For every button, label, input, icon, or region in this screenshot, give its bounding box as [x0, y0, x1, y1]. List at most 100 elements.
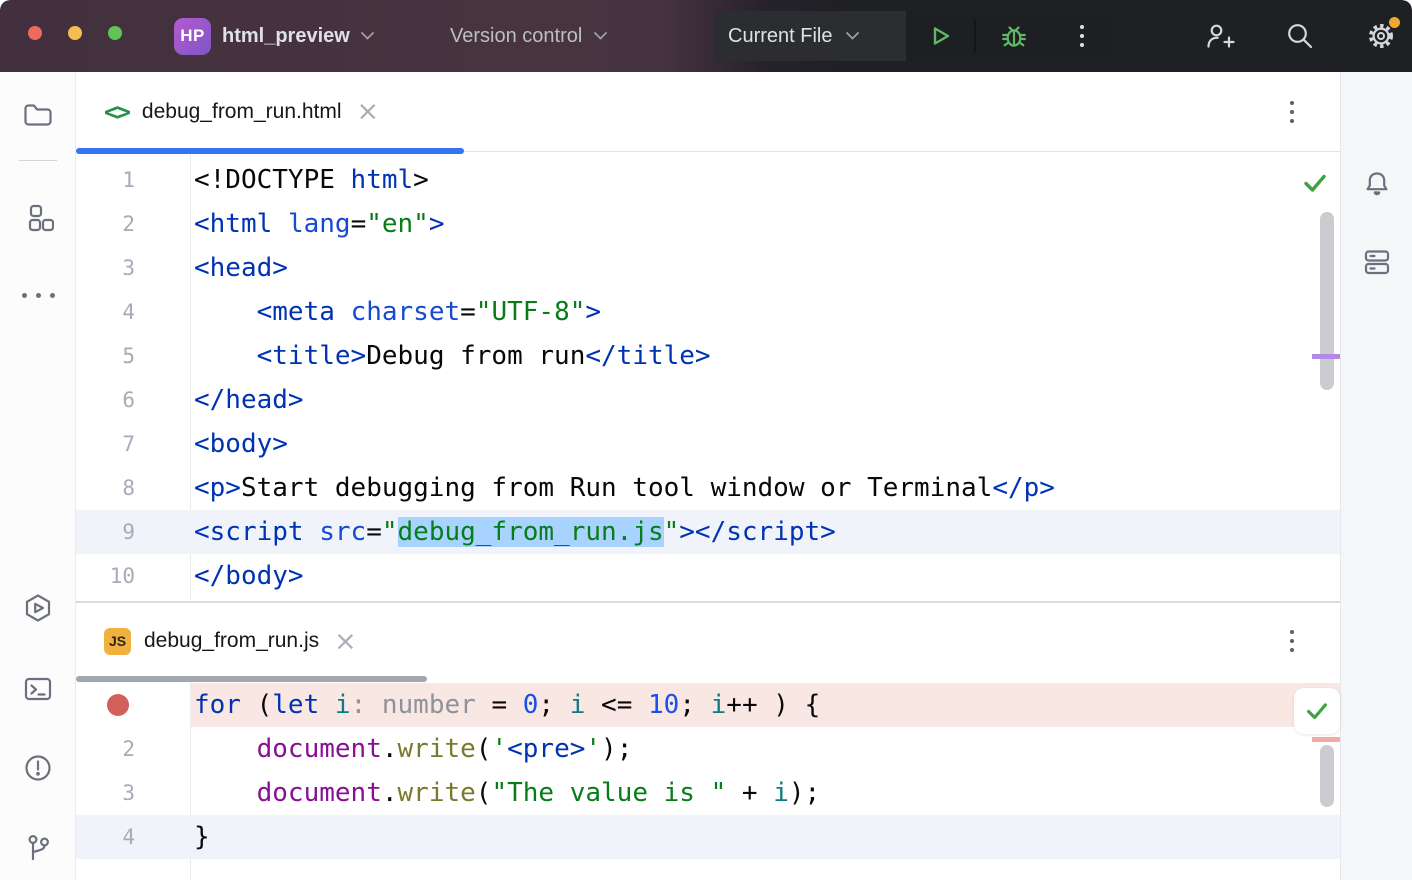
line-number: 5 — [76, 334, 191, 378]
sidebar-item-problems[interactable] — [0, 752, 76, 784]
add-user-button[interactable] — [1202, 19, 1236, 53]
run-widget: Current File — [714, 11, 1111, 61]
active-tab-indicator — [76, 148, 464, 154]
sidebar-item-more-tools[interactable] — [0, 279, 76, 311]
settings-button[interactable] — [1364, 19, 1398, 53]
sidebar-item-terminal[interactable] — [0, 673, 76, 705]
line-number: 7 — [76, 422, 191, 466]
line-number: 1 — [76, 158, 191, 202]
sidebar-item-version-control[interactable] — [0, 831, 76, 863]
code-line[interactable]: 2<html lang="en"> — [76, 202, 1340, 246]
code-text[interactable]: <html lang="en"> — [191, 202, 1340, 246]
vcs-widget[interactable]: Version control — [450, 0, 607, 72]
project-badge: HP — [174, 18, 211, 55]
code-text[interactable]: <body> — [191, 422, 1340, 466]
minimize-window-button[interactable] — [68, 26, 82, 40]
run-more-button[interactable] — [1052, 11, 1111, 61]
tab-bar-html: <> debug_from_run.html × — [76, 72, 1340, 152]
git-branch-icon — [22, 831, 54, 863]
inspections-ok-icon[interactable] — [1300, 168, 1330, 198]
tab-bar-js: JS debug_from_run.js × — [76, 603, 1340, 679]
services-icon — [22, 592, 54, 624]
editor-options-button[interactable] — [1290, 630, 1294, 652]
search-icon — [1283, 19, 1317, 53]
code-text[interactable]: <!DOCTYPE html> — [191, 158, 1340, 202]
search-button[interactable] — [1283, 19, 1317, 53]
code-line[interactable]: 4 <meta charset="UTF-8"> — [76, 290, 1340, 334]
code-text[interactable]: </body> — [191, 554, 1340, 598]
components-icon — [22, 202, 54, 234]
tab-debug-from-run-html[interactable]: <> debug_from_run.html × — [76, 72, 381, 151]
more-vertical-icon — [1290, 101, 1294, 123]
run-icon — [924, 20, 956, 52]
code-text[interactable]: document.write("The value is " + i); — [191, 771, 1340, 815]
code-line[interactable]: 2 document.write('<pre>'); — [76, 727, 1340, 771]
code-text[interactable]: </head> — [191, 378, 1340, 422]
code-line[interactable]: 9<script src="debug_from_run.js"></scrip… — [76, 510, 1340, 554]
code-line[interactable]: 3 document.write("The value is " + i); — [76, 771, 1340, 815]
traffic-lights — [28, 26, 122, 40]
scrollbar-selection-marker — [1312, 354, 1340, 359]
editor-js: JS debug_from_run.js × for (let i: numbe… — [76, 603, 1340, 880]
right-tool-window-bar — [1340, 72, 1412, 880]
chevron-down-icon — [594, 32, 607, 40]
servers-icon — [1361, 246, 1393, 278]
folder-icon — [22, 99, 54, 131]
inactive-tab-indicator — [76, 676, 427, 682]
run-configuration-selector[interactable]: Current File — [714, 11, 906, 61]
code-text[interactable]: } — [191, 815, 1340, 859]
chevron-down-icon — [846, 32, 859, 40]
project-selector[interactable]: HP html_preview — [174, 0, 374, 72]
code-line[interactable]: 3<head> — [76, 246, 1340, 290]
breakpoint-gutter[interactable] — [76, 683, 191, 727]
line-number: 8 — [76, 466, 191, 510]
left-tool-window-bar — [0, 72, 76, 880]
sidebar-item-servers[interactable] — [1341, 246, 1412, 278]
code-line[interactable]: 5 <title>Debug from run</title> — [76, 334, 1340, 378]
close-window-button[interactable] — [28, 26, 42, 40]
sidebar-item-notifications[interactable] — [1341, 169, 1412, 201]
sidebar-divider — [19, 160, 57, 161]
sidebar-item-services[interactable] — [0, 592, 76, 624]
tab-label: debug_from_run.html — [142, 100, 342, 124]
settings-notification-dot — [1389, 17, 1400, 28]
code-text[interactable]: <meta charset="UTF-8"> — [191, 290, 1340, 334]
code-line[interactable]: 4} — [76, 815, 1340, 859]
code-text[interactable]: <head> — [191, 246, 1340, 290]
editor-html: <> debug_from_run.html × 1<!DOCTYPE html… — [76, 72, 1340, 601]
editor-options-button[interactable] — [1290, 101, 1294, 123]
zoom-window-button[interactable] — [108, 26, 122, 40]
tab-debug-from-run-js[interactable]: JS debug_from_run.js × — [76, 603, 359, 679]
scrollbar-thumb[interactable] — [1320, 212, 1334, 390]
code-line[interactable]: 8<p>Start debugging from Run tool window… — [76, 466, 1340, 510]
code-text[interactable]: document.write('<pre>'); — [191, 727, 1340, 771]
scrollbar-thumb[interactable] — [1320, 745, 1334, 807]
code-text[interactable]: <script src="debug_from_run.js"></script… — [191, 510, 1340, 554]
debug-button[interactable] — [976, 11, 1052, 61]
code-line[interactable]: 1<!DOCTYPE html> — [76, 158, 1340, 202]
tab-label: debug_from_run.js — [144, 629, 319, 653]
line-number: 2 — [76, 727, 191, 771]
line-number: 4 — [76, 815, 191, 859]
code-text[interactable]: for (let i: number = 0; i <= 10; i++ ) { — [191, 683, 1340, 727]
sidebar-item-structure[interactable] — [0, 202, 76, 234]
vcs-label: Version control — [450, 25, 582, 48]
code-line[interactable]: 6</head> — [76, 378, 1340, 422]
code-text[interactable]: <p>Start debugging from Run tool window … — [191, 466, 1340, 510]
line-number: 10 — [76, 554, 191, 598]
code-line[interactable]: 10</body> — [76, 554, 1340, 598]
breakpoint-dot[interactable] — [107, 694, 129, 716]
code-text[interactable]: <title>Debug from run</title> — [191, 334, 1340, 378]
run-button[interactable] — [906, 11, 974, 61]
close-icon[interactable]: × — [332, 628, 359, 655]
code-area-html: 1<!DOCTYPE html>2<html lang="en">3<head>… — [76, 152, 1340, 600]
sidebar-item-project[interactable] — [0, 99, 76, 131]
code-line[interactable]: 7<body> — [76, 422, 1340, 466]
code-line[interactable]: for (let i: number = 0; i <= 10; i++ ) { — [76, 683, 1340, 727]
problems-icon — [22, 752, 54, 784]
line-number: 2 — [76, 202, 191, 246]
more-vertical-icon — [1290, 630, 1294, 652]
inspections-ok-widget[interactable] — [1294, 688, 1340, 734]
close-icon[interactable]: × — [355, 98, 382, 125]
selected-text: debug_from_run.js — [398, 517, 664, 547]
